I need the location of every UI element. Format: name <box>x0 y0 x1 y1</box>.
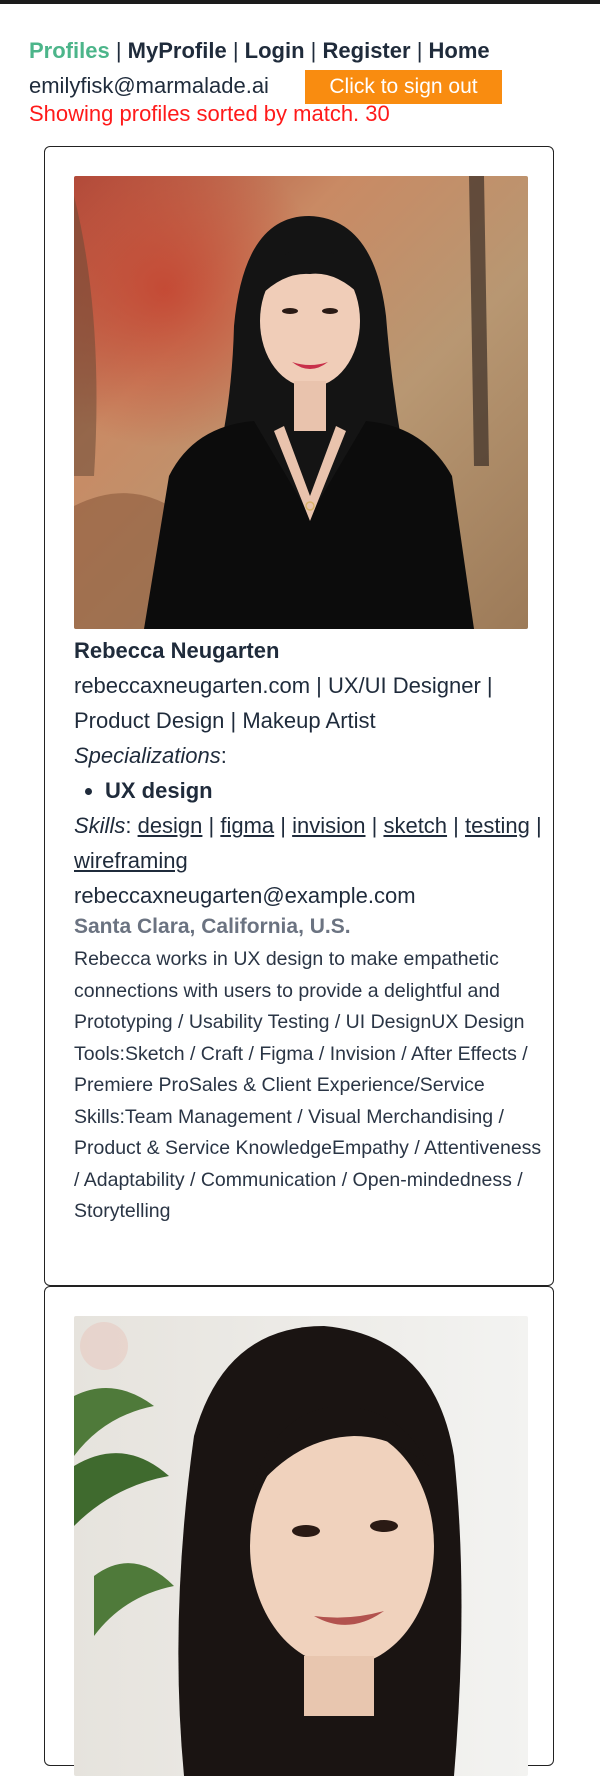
profile-name: Rebecca Neugarten <box>74 638 280 663</box>
skill-link-wireframing[interactable]: wireframing <box>74 848 188 873</box>
nav-login-link[interactable]: Login <box>245 38 305 63</box>
specializations-list: UX design <box>74 773 544 808</box>
sort-status-message: Showing profiles sorted by match. 30 <box>29 101 390 126</box>
skills-label: Skills <box>74 813 126 838</box>
profile-bio: Rebecca works in UX design to make empat… <box>74 948 542 1222</box>
skill-link-invision[interactable]: invision <box>292 813 365 838</box>
skill-link-sketch[interactable]: sketch <box>383 813 447 838</box>
nav-separator: | <box>416 38 423 63</box>
nav-separator: | <box>232 38 239 63</box>
profile-photo <box>74 176 528 629</box>
specialization-item: UX design <box>105 773 544 808</box>
profile-card: Rebecca Neugarten rebeccaxneugarten.com … <box>44 146 554 1286</box>
profile-email: rebeccaxneugarten@example.com <box>74 883 416 908</box>
nav-profiles-link[interactable]: Profiles <box>29 38 110 63</box>
signed-in-email: emilyfisk@marmalade.ai <box>29 73 269 98</box>
main-nav: Profiles | MyProfile | Login | Register … <box>29 38 490 64</box>
profile-location: Santa Clara, California, U.S. <box>74 915 351 938</box>
nav-myprofile-link[interactable]: MyProfile <box>128 38 227 63</box>
nav-home-link[interactable]: Home <box>429 38 490 63</box>
skill-link-testing[interactable]: testing <box>465 813 530 838</box>
nav-register-link[interactable]: Register <box>323 38 411 63</box>
specializations-label: Specializations: <box>74 743 227 768</box>
profile-photo <box>74 1316 528 1776</box>
profile-info: Rebecca Neugarten rebeccaxneugarten.com … <box>74 634 544 1228</box>
top-bar <box>0 0 600 4</box>
skill-link-design[interactable]: design <box>138 813 203 838</box>
profile-headline: rebeccaxneugarten.com | UX/UI Designer |… <box>74 673 493 733</box>
nav-separator: | <box>115 38 122 63</box>
skill-link-figma[interactable]: figma <box>220 813 274 838</box>
skills-line: Skills: design | figma | invision | sket… <box>74 813 542 873</box>
nav-separator: | <box>310 38 317 63</box>
sign-out-button[interactable]: Click to sign out <box>305 70 502 104</box>
profile-card <box>44 1286 554 1776</box>
